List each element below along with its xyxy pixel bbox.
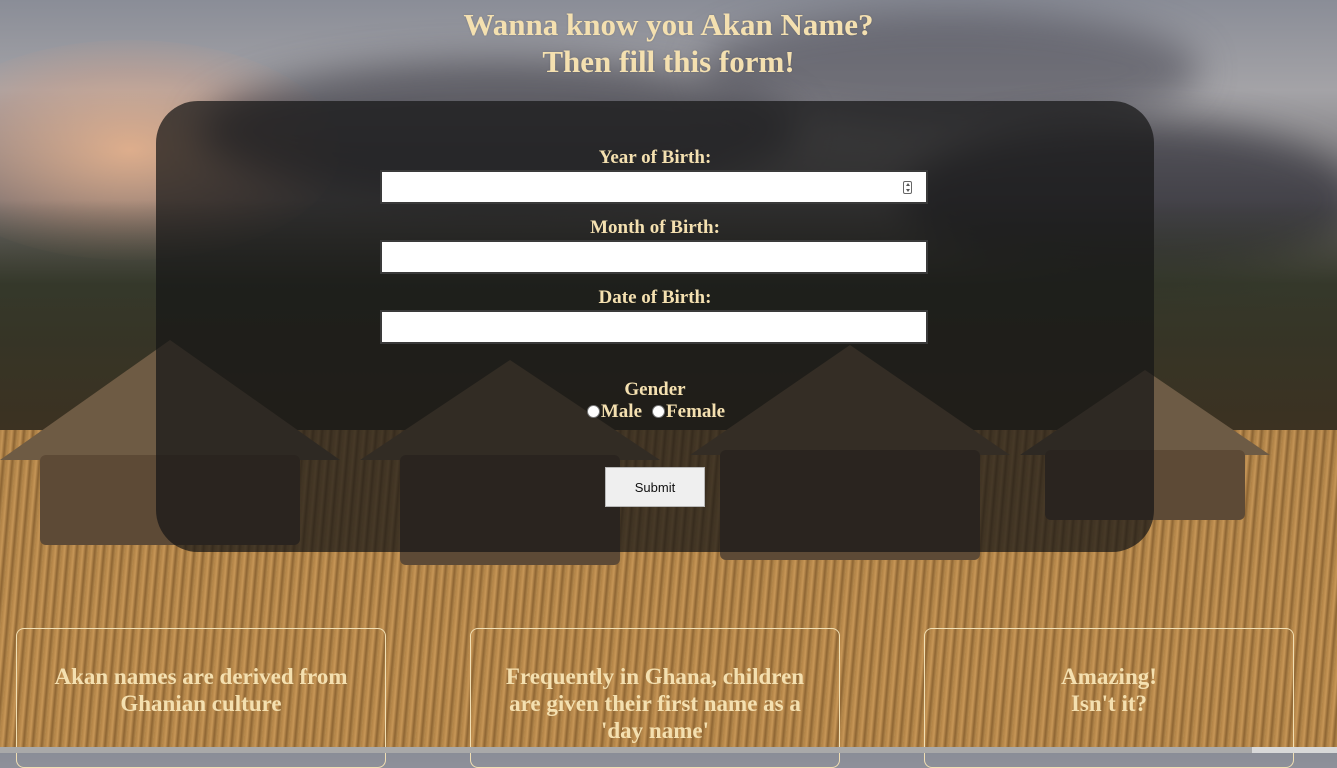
card-text-line: Akan names are derived from xyxy=(54,664,348,689)
gender-label: Gender xyxy=(624,379,686,400)
gender-radio-group: Male Female xyxy=(156,401,1154,423)
heading-line-1: Wanna know you Akan Name? xyxy=(463,7,874,42)
number-spinner-icon[interactable] xyxy=(903,181,912,194)
date-of-birth-label: Date of Birth: xyxy=(598,287,712,308)
heading-line-2: Then fill this form! xyxy=(542,44,795,79)
page-heading: Wanna know you Akan Name? Then fill this… xyxy=(0,6,1337,80)
male-radio-label[interactable]: Male xyxy=(601,401,642,422)
month-of-birth-label: Month of Birth: xyxy=(590,217,720,238)
submit-button[interactable]: Submit xyxy=(605,467,705,507)
akan-name-form: Year of Birth: Month of Birth: Date of B… xyxy=(156,101,1154,552)
card-text-line: Amazing! xyxy=(1061,664,1157,689)
card-text-line: Isn't it? xyxy=(1070,691,1148,716)
horizontal-scrollbar[interactable] xyxy=(0,747,1337,753)
female-radio[interactable] xyxy=(652,404,666,418)
card-text-line: are given their first name as a xyxy=(509,691,801,716)
date-of-birth-input[interactable] xyxy=(380,310,928,344)
scrollbar-thumb[interactable] xyxy=(0,747,1252,753)
female-radio-label[interactable]: Female xyxy=(666,401,725,422)
year-of-birth-input[interactable] xyxy=(380,170,928,204)
card-text-line: Frequently in Ghana, children xyxy=(505,664,805,689)
month-of-birth-input[interactable] xyxy=(380,240,928,274)
year-of-birth-label: Year of Birth: xyxy=(598,147,712,168)
card-text-line: 'day name' xyxy=(601,718,709,743)
male-radio[interactable] xyxy=(586,404,600,418)
card-text-line: Ghanian culture xyxy=(120,691,282,716)
